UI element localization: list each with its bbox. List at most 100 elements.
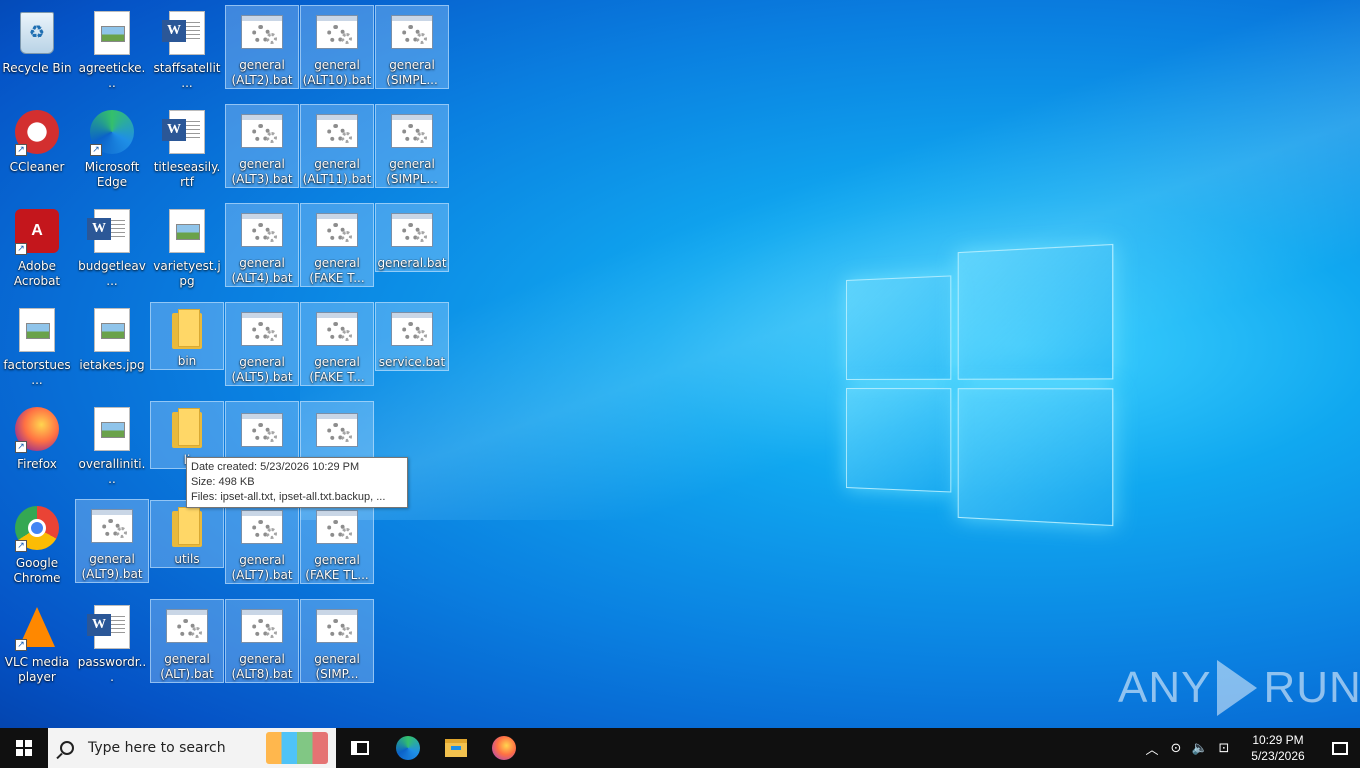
batch-file-icon bbox=[316, 213, 358, 247]
desktop-icon-microsoft-edge[interactable]: ↗ Microsoft Edge bbox=[75, 103, 149, 191]
folder-icon bbox=[172, 308, 202, 349]
desktop-icon-varietyest[interactable]: varietyest.jpg bbox=[150, 202, 224, 290]
batch-file-icon bbox=[391, 213, 433, 247]
tooltip-date-created: Date created: 5/23/2026 10:29 PM bbox=[191, 461, 360, 473]
desktop-icon-ccleaner[interactable]: ↗ CCleaner bbox=[0, 103, 74, 176]
batch-file-icon bbox=[166, 609, 208, 643]
batch-file-icon bbox=[316, 312, 358, 346]
image-file-icon bbox=[94, 407, 130, 451]
batch-file-icon bbox=[391, 312, 433, 346]
image-file-icon bbox=[19, 308, 55, 352]
desktop-icon-general-alt4[interactable]: general (ALT4).bat bbox=[225, 203, 299, 287]
desktop-icon-service-bat[interactable]: service.bat bbox=[375, 302, 449, 371]
system-tray: ︿ ⊙ 🔈 ⊡ 10:29 PM 5/23/2026 bbox=[1140, 728, 1360, 768]
folder-icon bbox=[172, 506, 202, 547]
batch-file-icon bbox=[316, 114, 358, 148]
taskbar: Type here to search ︿ ⊙ 🔈 ⊡ 10:29 PM 5/2… bbox=[0, 728, 1360, 768]
batch-file-icon bbox=[241, 609, 283, 643]
search-highlight-puzzle-icon bbox=[266, 732, 328, 764]
search-icon bbox=[60, 741, 74, 755]
desktop-icon-ietakes[interactable]: ietakes.jpg bbox=[75, 301, 149, 374]
image-file-icon bbox=[169, 209, 205, 253]
desktop-icon-general-bat[interactable]: general.bat bbox=[375, 203, 449, 272]
batch-file-icon bbox=[391, 114, 433, 148]
task-view-button[interactable] bbox=[336, 728, 384, 768]
recycle-bin-icon: ♻ bbox=[20, 12, 54, 54]
batch-file-icon bbox=[241, 413, 283, 447]
file-explorer-icon bbox=[445, 739, 467, 757]
desktop-icon-folder-bin[interactable]: bin bbox=[150, 302, 224, 370]
tooltip-size: Size: 498 KB bbox=[191, 476, 255, 488]
desktop-icon-titleseasily[interactable]: W titleseasily.rtf bbox=[150, 103, 224, 191]
search-placeholder: Type here to search bbox=[88, 740, 226, 756]
clock-time: 10:29 PM bbox=[1252, 733, 1304, 747]
desktop-icon-general-alt[interactable]: general (ALT).bat bbox=[150, 599, 224, 683]
batch-file-icon bbox=[316, 609, 358, 643]
folder-info-tooltip: Date created: 5/23/2026 10:29 PM Size: 4… bbox=[186, 457, 408, 508]
desktop-icon-general-alt5[interactable]: general (ALT5).bat bbox=[225, 302, 299, 386]
folder-icon bbox=[172, 407, 202, 448]
batch-file-icon bbox=[91, 509, 133, 543]
word-document-icon: W bbox=[162, 11, 205, 55]
notification-center-button[interactable] bbox=[1320, 728, 1360, 768]
batch-file-icon bbox=[241, 15, 283, 49]
desktop-icon-passwordr[interactable]: W passwordr... bbox=[75, 598, 149, 686]
desktop-icon-adobe-acrobat[interactable]: A ↗ Adobe Acrobat bbox=[0, 202, 74, 290]
start-button[interactable] bbox=[0, 728, 48, 768]
word-document-icon: W bbox=[87, 209, 130, 253]
desktop-icon-general-alt7[interactable]: general (ALT7).bat bbox=[225, 500, 299, 584]
play-icon bbox=[1217, 660, 1258, 716]
desktop-icon-recycle-bin[interactable]: ♻ Recycle Bin bbox=[0, 4, 74, 77]
desktop-icon-general-fake-tl[interactable]: general (FAKE TL... bbox=[300, 500, 374, 584]
task-view-icon bbox=[351, 741, 369, 755]
word-document-icon: W bbox=[87, 605, 130, 649]
taskbar-clock[interactable]: 10:29 PM 5/23/2026 bbox=[1236, 732, 1320, 764]
taskbar-firefox-button[interactable] bbox=[480, 728, 528, 768]
batch-file-icon bbox=[241, 510, 283, 544]
desktop-icon-general-simpl1[interactable]: general (SIMPL... bbox=[375, 5, 449, 89]
notification-icon bbox=[1332, 741, 1348, 755]
meet-now-camera-icon[interactable]: ⊙ bbox=[1164, 741, 1188, 756]
desktop-icon-budgetleav[interactable]: W budgetleav... bbox=[75, 202, 149, 290]
desktop-icon-staffsatellit[interactable]: W staffsatellit... bbox=[150, 4, 224, 92]
batch-file-icon bbox=[391, 15, 433, 49]
desktop-icon-firefox[interactable]: ↗ Firefox bbox=[0, 400, 74, 473]
clock-date: 5/23/2026 bbox=[1251, 749, 1305, 763]
image-file-icon bbox=[94, 11, 130, 55]
batch-file-icon bbox=[316, 510, 358, 544]
batch-file-icon bbox=[241, 312, 283, 346]
wallpaper-light-beam bbox=[300, 0, 1360, 520]
desktop-icon-general-alt8[interactable]: general (ALT8).bat bbox=[225, 599, 299, 683]
wallpaper-windows-logo bbox=[846, 243, 1114, 527]
taskbar-file-explorer-button[interactable] bbox=[432, 728, 480, 768]
volume-icon[interactable]: 🔈 bbox=[1188, 741, 1212, 756]
desktop-icon-general-alt9[interactable]: general (ALT9).bat bbox=[75, 499, 149, 583]
desktop-icon-overalliniti[interactable]: overalliniti... bbox=[75, 400, 149, 488]
show-hidden-icons-chevron-up-icon[interactable]: ︿ bbox=[1140, 739, 1164, 758]
desktop-icon-general-alt2[interactable]: general (ALT2).bat bbox=[225, 5, 299, 89]
batch-file-icon bbox=[241, 114, 283, 148]
desktop-icon-agreeticke[interactable]: agreeticke... bbox=[75, 4, 149, 92]
desktop-icon-general-simp3[interactable]: general (SIMP... bbox=[300, 599, 374, 683]
word-document-icon: W bbox=[162, 110, 205, 154]
edge-icon bbox=[396, 736, 420, 760]
anyrun-watermark: ANY RUN bbox=[1118, 660, 1360, 716]
desktop-icon-vlc[interactable]: ↗ VLC media player bbox=[0, 598, 74, 686]
desktop-icon-google-chrome[interactable]: ↗ Google Chrome bbox=[0, 499, 74, 587]
network-icon[interactable]: ⊡ bbox=[1212, 741, 1236, 756]
desktop-icon-general-alt10[interactable]: general (ALT10).bat bbox=[300, 5, 374, 89]
desktop-icon-factorstues[interactable]: factorstues... bbox=[0, 301, 74, 389]
batch-file-icon bbox=[241, 213, 283, 247]
desktop-icon-general-alt11[interactable]: general (ALT11).bat bbox=[300, 104, 374, 188]
desktop-icon-folder-utils[interactable]: utils bbox=[150, 500, 224, 568]
taskbar-edge-button[interactable] bbox=[384, 728, 432, 768]
desktop-icon-general-simpl2[interactable]: general (SIMPL... bbox=[375, 104, 449, 188]
tooltip-files: Files: ipset-all.txt, ipset-all.txt.back… bbox=[191, 491, 386, 503]
image-file-icon bbox=[94, 308, 130, 352]
desktop-icon-general-fake-t2[interactable]: general (FAKE T... bbox=[300, 302, 374, 386]
desktop-icon-general-alt3[interactable]: general (ALT3).bat bbox=[225, 104, 299, 188]
batch-file-icon bbox=[316, 15, 358, 49]
desktop-icon-general-fake-t1[interactable]: general (FAKE T... bbox=[300, 203, 374, 287]
windows-logo-icon bbox=[16, 740, 32, 756]
taskbar-search-box[interactable]: Type here to search bbox=[48, 728, 336, 768]
